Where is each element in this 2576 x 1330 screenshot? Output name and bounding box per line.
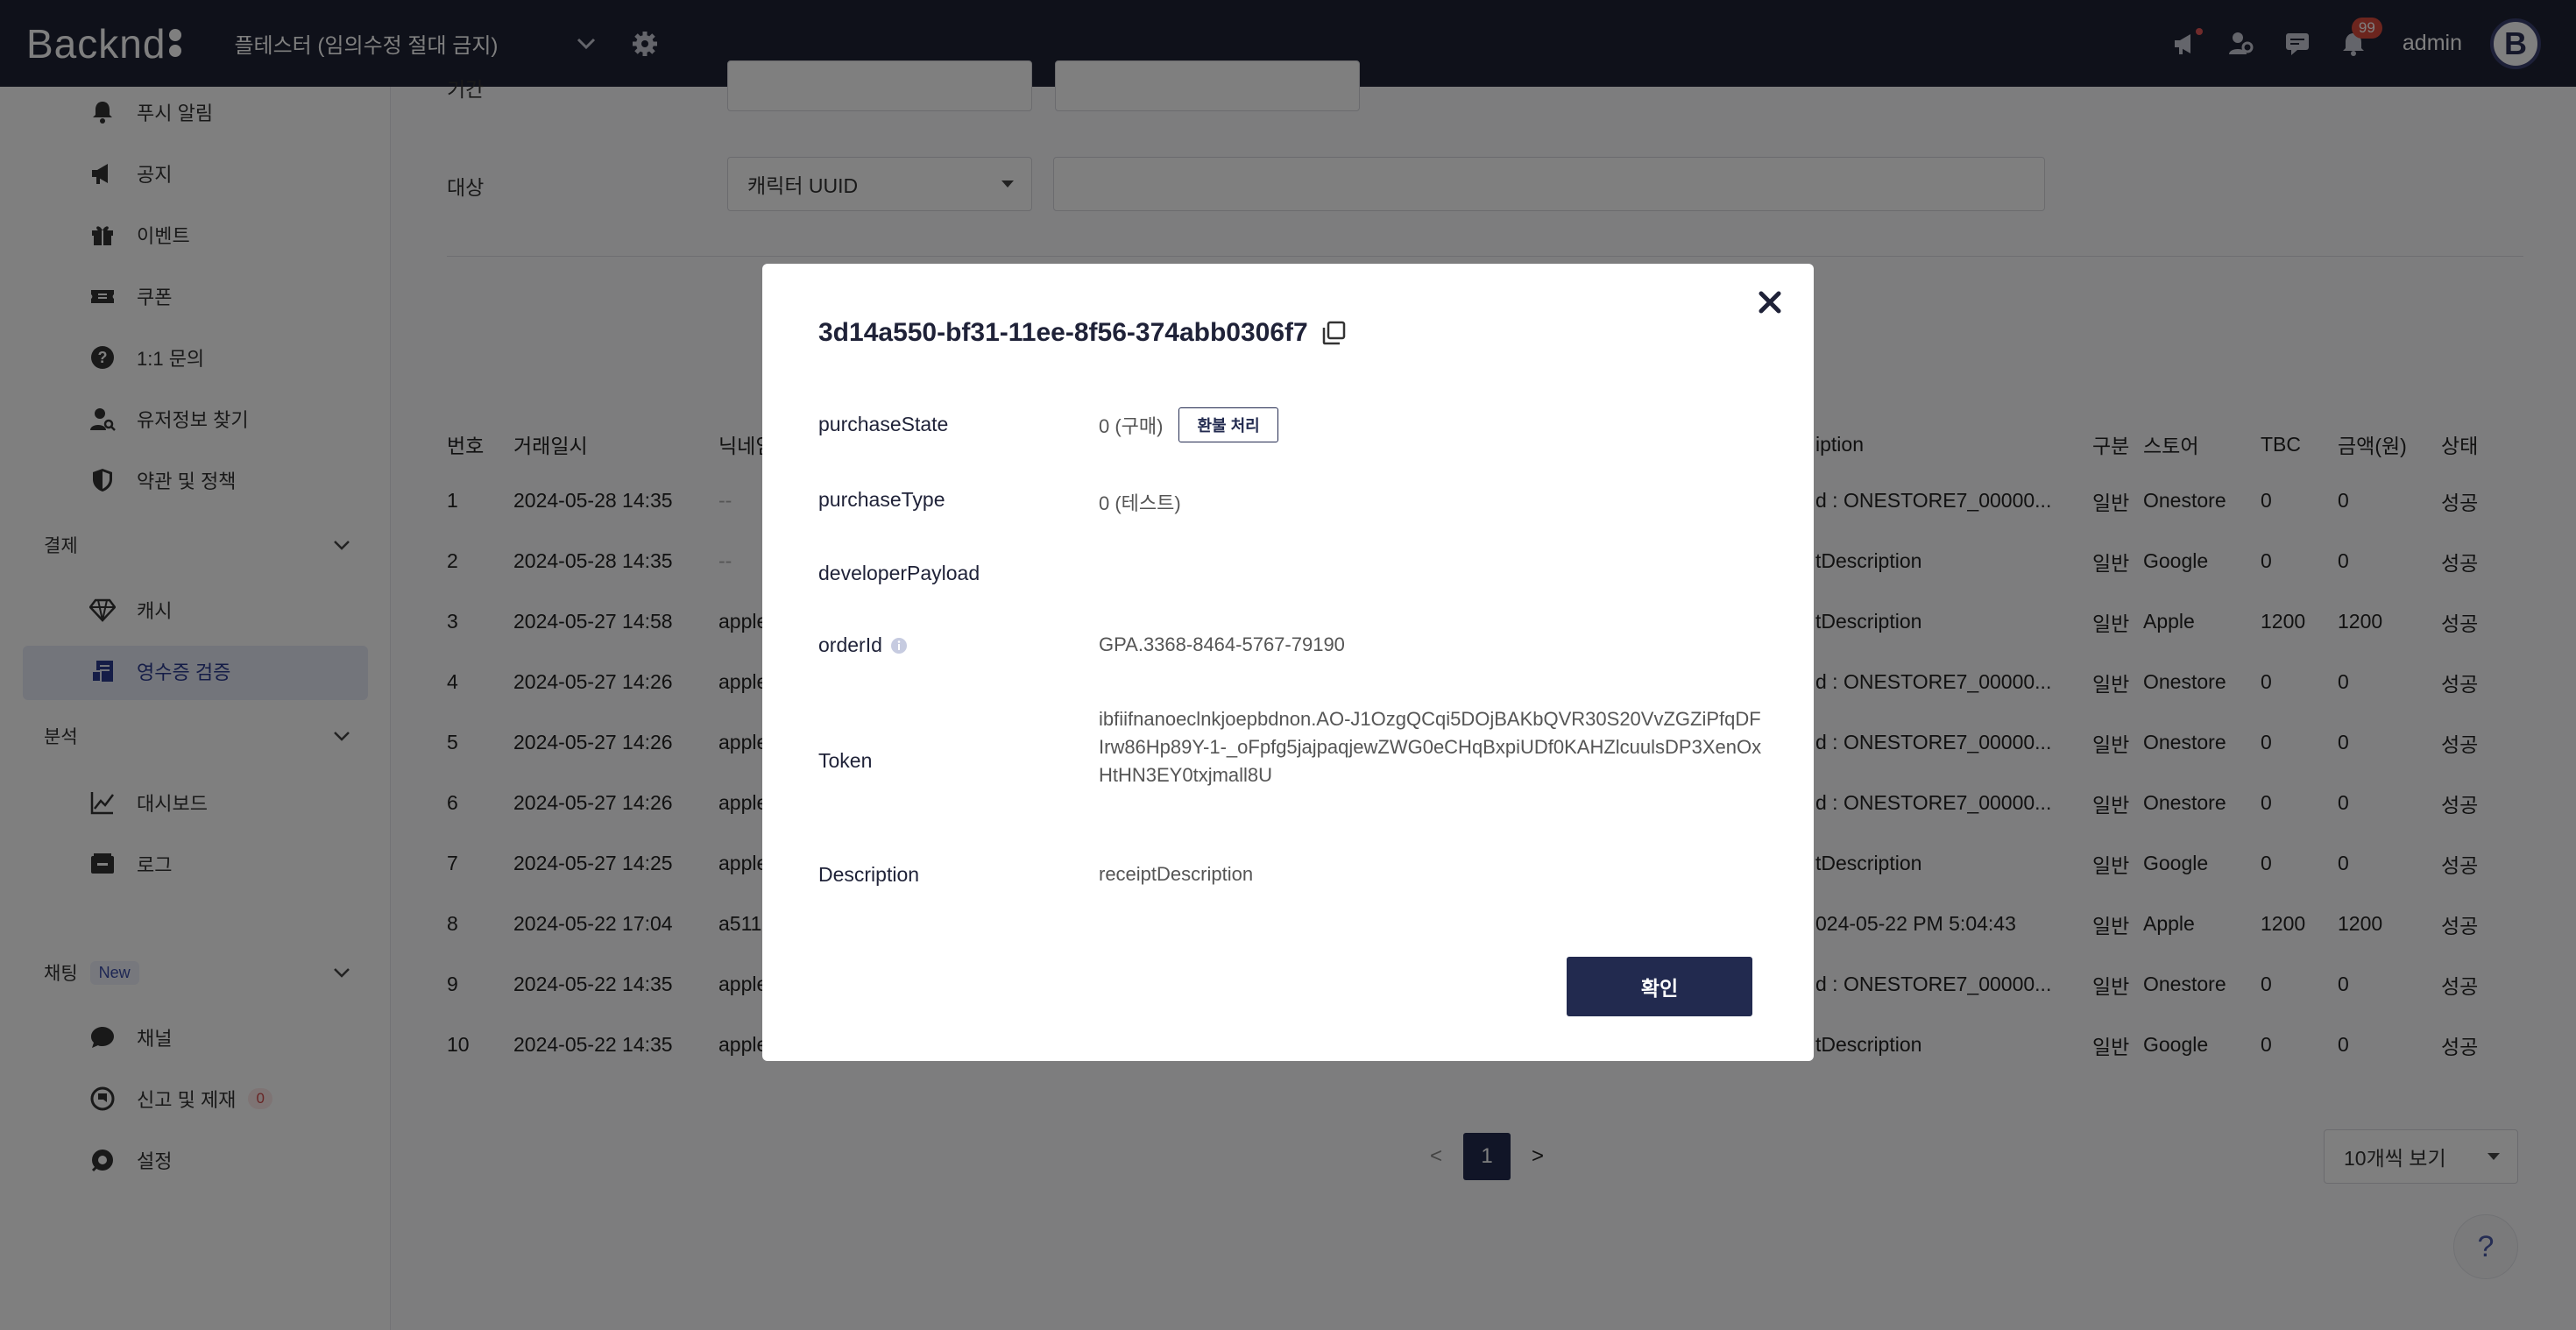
order-id-value: GPA.3368-8464-5767-79190 bbox=[1099, 633, 1345, 655]
order-id-label: orderId bbox=[818, 633, 882, 656]
token-value: ibfiifnanoeclnkjoepbdnon.AO-J1OzgQCqi5DO… bbox=[1099, 708, 1762, 786]
developer-payload-label: developerPayload bbox=[818, 562, 980, 584]
purchase-state-value-row: 0 (구매) 환불 처리 bbox=[1099, 407, 1278, 442]
purchase-state-value: 0 (구매) bbox=[1099, 415, 1164, 437]
token-label: Token bbox=[818, 749, 873, 772]
close-icon[interactable] bbox=[1754, 287, 1786, 318]
receipt-detail-modal: 3d14a550-bf31-11ee-8f56-374abb0306f7 pur… bbox=[762, 264, 1814, 1061]
order-id-label-row: orderId bbox=[818, 633, 909, 657]
receipt-id: 3d14a550-bf31-11ee-8f56-374abb0306f7 bbox=[818, 318, 1308, 347]
modal-title: 3d14a550-bf31-11ee-8f56-374abb0306f7 bbox=[818, 318, 1347, 348]
description-value: receiptDescription bbox=[1099, 863, 1254, 885]
copy-icon[interactable] bbox=[1320, 320, 1347, 346]
info-icon[interactable] bbox=[889, 636, 909, 655]
refund-button[interactable]: 환불 처리 bbox=[1178, 407, 1278, 442]
confirm-button[interactable]: 확인 bbox=[1567, 957, 1752, 1016]
purchase-state-label: purchaseState bbox=[818, 413, 949, 435]
purchase-type-label: purchaseType bbox=[818, 488, 945, 511]
purchase-type-value: 0 (테스트) bbox=[1099, 492, 1181, 514]
description-label: Description bbox=[818, 863, 920, 886]
